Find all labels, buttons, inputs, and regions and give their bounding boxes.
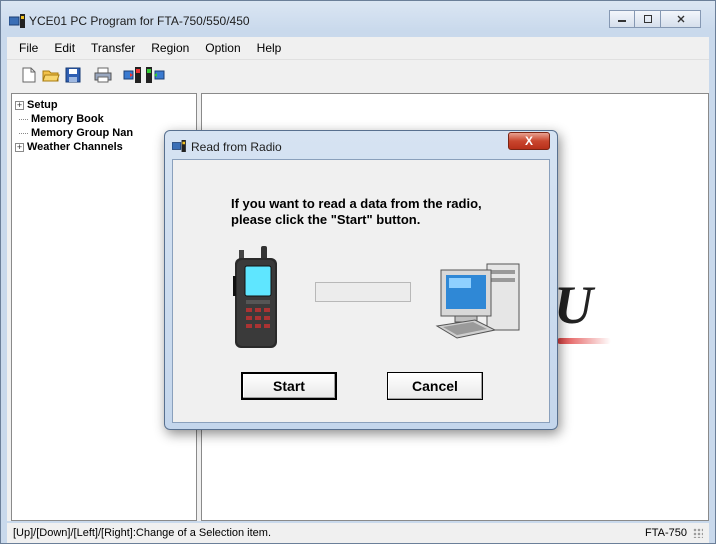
minimize-button[interactable]	[609, 10, 635, 28]
dialog-message: If you want to read a data from the radi…	[231, 196, 482, 228]
save-icon	[65, 67, 81, 82]
menu-file[interactable]: File	[11, 41, 46, 55]
write-to-radio-icon	[146, 66, 165, 83]
tree-item-label: Setup	[27, 99, 58, 111]
expand-icon[interactable]: +	[15, 100, 24, 110]
new-file-button[interactable]	[19, 65, 39, 85]
dialog-app-icon	[172, 140, 186, 152]
dialog-close-button[interactable]: X	[508, 132, 550, 150]
tree-item-label: Memory Book	[31, 113, 104, 125]
brand-logo-fragment: U	[554, 275, 593, 335]
read-from-radio-icon	[123, 66, 141, 83]
open-button[interactable]	[41, 65, 61, 85]
menu-transfer[interactable]: Transfer	[83, 41, 143, 55]
menu-region[interactable]: Region	[143, 41, 197, 55]
close-icon: X	[524, 134, 533, 148]
menu-edit[interactable]: Edit	[46, 41, 83, 55]
print-button[interactable]	[93, 65, 113, 85]
window-controls	[609, 10, 701, 28]
tree-connector	[19, 118, 28, 120]
tree-connector	[19, 132, 28, 134]
title-bar[interactable]: YCE01 PC Program for FTA-750/550/450	[1, 1, 715, 37]
menu-option[interactable]: Option	[197, 41, 248, 55]
tree-item-label: Memory Group Nan	[31, 127, 134, 139]
app-icon	[9, 14, 25, 28]
read-from-radio-dialog: Read from Radio X If you want to read a …	[164, 130, 558, 430]
dialog-title: Read from Radio	[191, 140, 282, 154]
save-button[interactable]	[63, 65, 83, 85]
status-bar: [Up]/[Down]/[Left]/[Right]:Change of a S…	[7, 523, 709, 543]
logo-swoosh	[557, 338, 611, 344]
minimize-icon	[618, 20, 626, 22]
dialog-title-bar[interactable]: Read from Radio X	[165, 131, 557, 159]
menu-help[interactable]: Help	[249, 41, 290, 55]
close-button[interactable]	[661, 10, 701, 28]
progress-bar	[315, 282, 411, 302]
window-title: YCE01 PC Program for FTA-750/550/450	[29, 14, 250, 28]
write-to-radio-button[interactable]	[145, 65, 165, 85]
new-file-icon	[22, 67, 36, 82]
print-icon	[94, 67, 112, 82]
close-icon	[677, 15, 684, 23]
tree-item-memory-book[interactable]: Memory Book	[15, 112, 193, 126]
message-line-2: please click the "Start" button.	[231, 212, 421, 227]
maximize-icon	[643, 15, 652, 23]
open-folder-icon	[42, 70, 60, 81]
start-button[interactable]: Start	[241, 372, 337, 400]
resize-grip-icon[interactable]	[693, 528, 703, 538]
tree-item-setup[interactable]: + Setup	[15, 98, 193, 112]
read-from-radio-button[interactable]	[123, 65, 143, 85]
toolbar	[7, 59, 709, 89]
computer-icon	[435, 263, 520, 339]
status-hint: [Up]/[Down]/[Left]/[Right]:Change of a S…	[13, 527, 272, 539]
tree-item-label: Weather Channels	[27, 141, 123, 153]
maximize-button[interactable]	[635, 10, 661, 28]
menu-bar: File Edit Transfer Region Option Help	[7, 37, 709, 59]
status-model: FTA-750	[645, 527, 687, 539]
handheld-radio-icon	[233, 246, 277, 348]
cancel-button[interactable]: Cancel	[387, 372, 483, 400]
dialog-body: If you want to read a data from the radi…	[172, 159, 550, 423]
message-line-1: If you want to read a data from the radi…	[231, 196, 482, 211]
expand-icon[interactable]: +	[15, 142, 24, 152]
